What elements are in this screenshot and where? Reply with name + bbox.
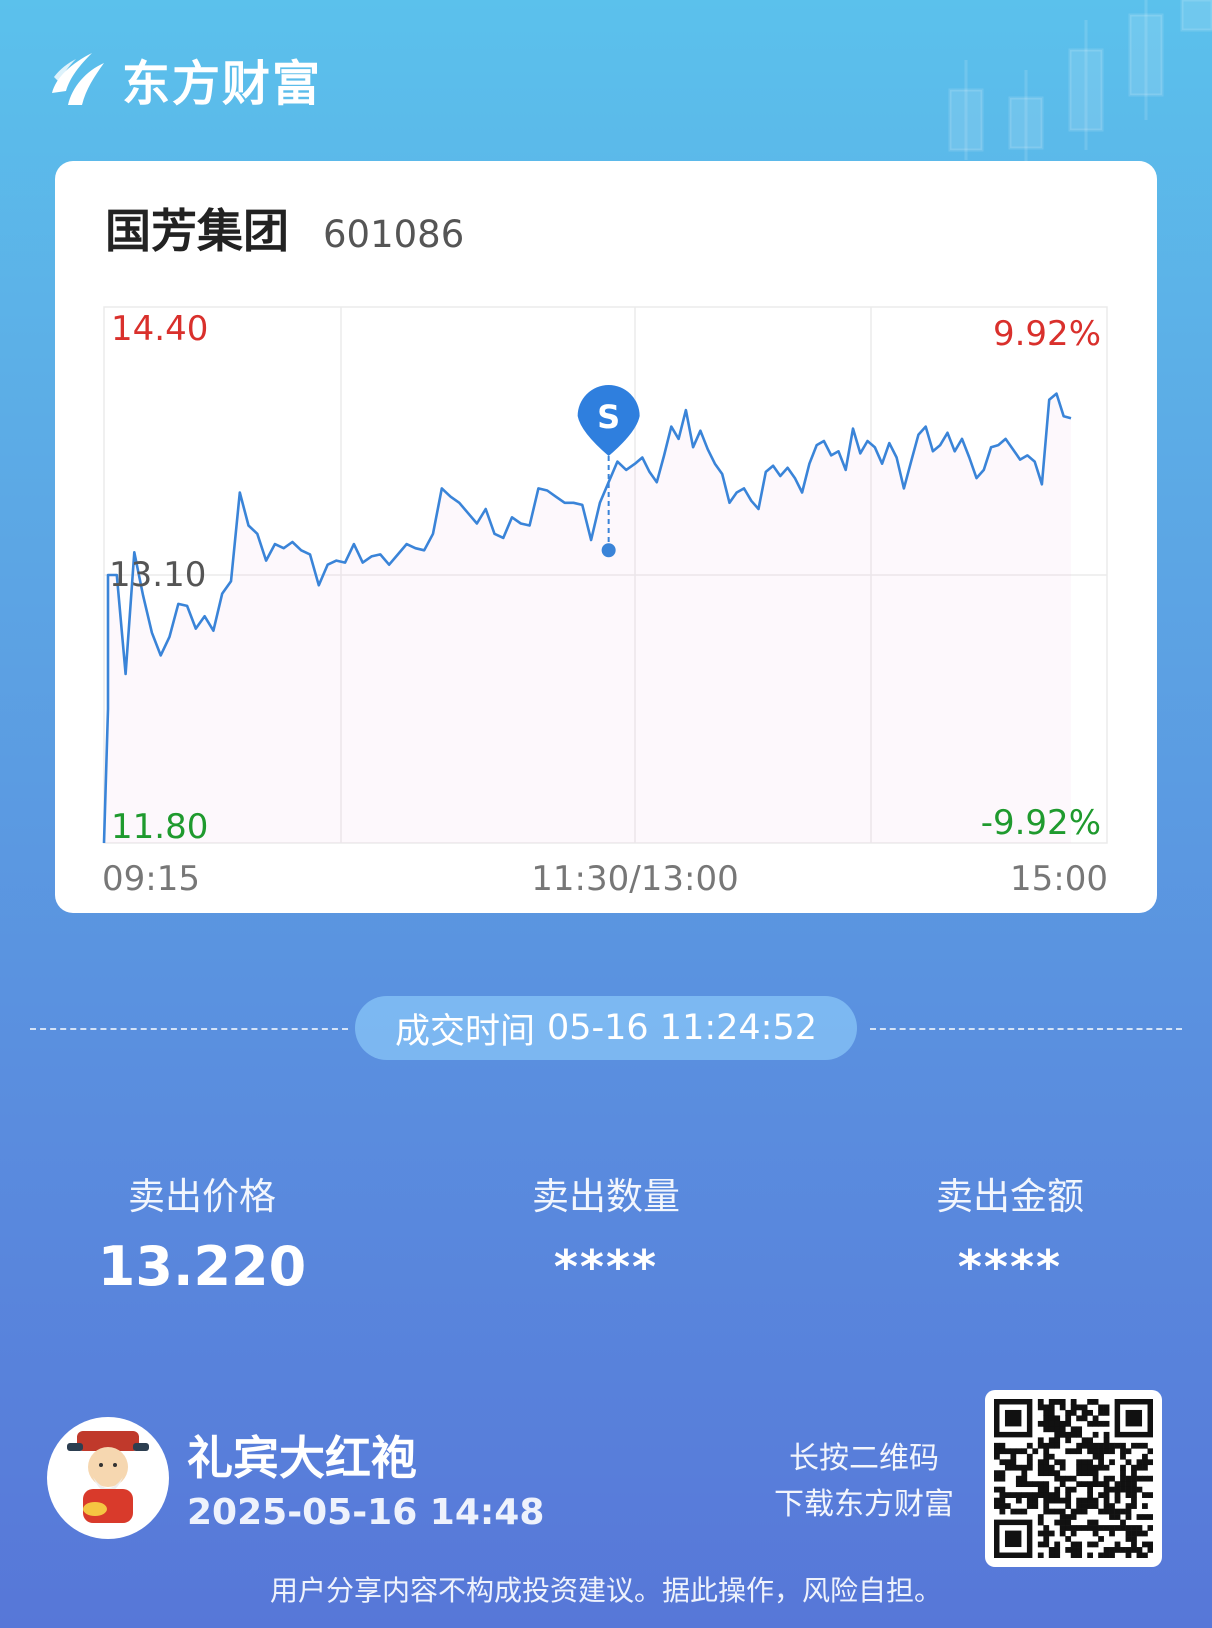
- decorative-candlesticks: [948, 0, 1212, 165]
- sell-marker-label: S: [597, 398, 620, 436]
- sell-quantity-value: ****: [553, 1240, 659, 1294]
- pct-high-label: 9.92%: [993, 314, 1101, 354]
- sell-marker-dot: [601, 543, 616, 558]
- x-tick-open: 09:15: [102, 859, 200, 899]
- price-area-fill: [104, 393, 1071, 843]
- stock-chart-card: 国芳集团 601086 S 14.40 13.10 11.80 9.92% -9…: [55, 161, 1157, 913]
- trade-time-row: 成交时间 05-16 11:24:52: [30, 996, 1182, 1062]
- price-area: [104, 393, 1071, 843]
- qr-code-icon: [994, 1399, 1153, 1558]
- qr-code[interactable]: [985, 1390, 1162, 1567]
- sell-price-label: 卖出价格: [128, 1175, 276, 1218]
- app-header: 东方财富: [46, 44, 322, 114]
- trade-time-label: 成交时间: [394, 1011, 535, 1052]
- x-tick-close: 15:00: [1010, 859, 1108, 899]
- sell-price-stat: 卖出价格 13.220: [52, 1172, 352, 1304]
- brand-name: 东方财富: [122, 56, 323, 112]
- price-prev-close-label: 13.10: [109, 555, 206, 595]
- divider-right: [870, 1028, 1182, 1030]
- sell-amount-stat: 卖出金额 ****: [860, 1172, 1160, 1304]
- sell-price-value: 13.220: [97, 1235, 307, 1298]
- pct-low-label: -9.92%: [981, 803, 1101, 843]
- price-high-label: 14.40: [111, 309, 208, 349]
- user-name: 礼宾大红袍: [187, 1431, 417, 1485]
- x-tick-midday: 11:30/13:00: [531, 859, 738, 899]
- qr-hint-line2: 下载东方财富: [774, 1487, 954, 1522]
- fortune-god-avatar-icon: [67, 1431, 149, 1523]
- disclaimer: 用户分享内容不构成投资建议。据此操作，风险自担。: [269, 1574, 942, 1607]
- price-low-label: 11.80: [111, 807, 208, 847]
- avatar[interactable]: [47, 1417, 169, 1539]
- sell-amount-label: 卖出金额: [936, 1175, 1084, 1218]
- trade-time-pill: 成交时间 05-16 11:24:52: [355, 996, 857, 1060]
- intraday-chart: S 14.40 13.10 11.80 9.92% -9.92% 09:15 1…: [102, 306, 1108, 899]
- sell-amount-value: ****: [957, 1240, 1063, 1294]
- sell-quantity-stat: 卖出数量 ****: [456, 1172, 756, 1304]
- share-time: 2025-05-16 14:48: [187, 1492, 545, 1533]
- sell-quantity-label: 卖出数量: [532, 1175, 680, 1218]
- divider-left: [30, 1028, 348, 1030]
- eastmoney-logo-icon: [52, 53, 104, 105]
- qr-hint-line1: 长按二维码: [789, 1441, 939, 1476]
- qr-hint: 长按二维码 下载东方财富: [774, 1436, 954, 1528]
- trade-time-value: 05-16 11:24:52: [546, 1008, 818, 1048]
